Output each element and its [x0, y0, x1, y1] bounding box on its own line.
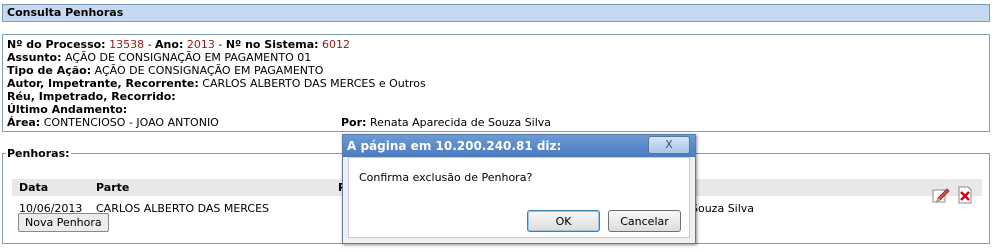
dialog-close-button[interactable]: X	[648, 136, 690, 154]
delete-x-icon[interactable]	[957, 186, 973, 207]
row-parte-cell: CARLOS ALBERTO DAS MERCES	[96, 201, 270, 215]
assunto-label: Assunto:	[7, 51, 62, 64]
ultimo-andamento-line: Último Andamento:	[7, 103, 985, 116]
assunto-value: AÇÃO DE CONSIGNAÇÃO EM PAGAMENTO 01	[64, 51, 312, 64]
cancel-button[interactable]: Cancelar	[608, 210, 681, 232]
autor-value: CARLOS ALBERTO DAS MERCES e Outros	[202, 77, 426, 90]
autor-label: Autor, Impetrante, Recorrente:	[7, 77, 199, 90]
penhoras-legend: Penhoras:	[7, 147, 70, 160]
sistema-label: Nº no Sistema:	[225, 38, 319, 51]
por-line: Por: Renata Aparecida de Souza Silva	[341, 116, 551, 129]
dialog-message: Confirma exclusão de Penhora?	[359, 171, 533, 184]
reu-label: Réu, Impetrado, Recorrido:	[7, 90, 176, 103]
tipo-acao-label: Tipo de Ação:	[7, 64, 92, 77]
por-value: Renata Aparecida de Souza Silva	[369, 116, 552, 129]
ano-separator: -	[144, 38, 156, 51]
por-label: Por:	[341, 116, 367, 129]
ano-value: 2013	[186, 38, 215, 51]
edit-pencil-icon[interactable]	[932, 186, 950, 207]
assunto-line: Assunto: AÇÃO DE CONSIGNAÇÃO EM PAGAMENT…	[7, 51, 985, 64]
sistema-separator: -	[214, 38, 226, 51]
nova-penhora-button[interactable]: Nova Penhora	[18, 213, 109, 232]
area-value: CONTENCIOSO - JOAO ANTONIO	[43, 116, 219, 129]
autor-line: Autor, Impetrante, Recorrente: CARLOS AL…	[7, 77, 985, 90]
process-value: 13538	[109, 38, 145, 51]
tipo-acao-value: AÇÃO DE CONSIGNAÇÃO EM PAGAMENTO	[94, 64, 324, 77]
page-title: Consulta Penhoras	[2, 4, 990, 22]
process-info-panel: Nº do Processo: 13538 - Ano: 2013 - Nº n…	[2, 34, 990, 132]
tipo-acao-line: Tipo de Ação: AÇÃO DE CONSIGNAÇÃO EM PAG…	[7, 64, 985, 77]
confirm-dialog: A página em 10.200.240.81 diz: X Confirm…	[342, 134, 696, 244]
row-actions	[932, 186, 976, 207]
column-header-parte: Parte	[89, 179, 331, 196]
dialog-title: A página em 10.200.240.81 diz:	[343, 135, 695, 157]
reu-line: Réu, Impetrado, Recorrido:	[7, 90, 985, 103]
dialog-body: Confirma exclusão de Penhora? OK Cancela…	[348, 157, 690, 238]
process-label: Nº do Processo:	[7, 38, 106, 51]
process-number-line: Nº do Processo: 13538 - Ano: 2013 - Nº n…	[7, 38, 985, 51]
sistema-value: 6012	[322, 38, 351, 51]
area-label: Área:	[7, 116, 41, 129]
column-header-data: Data	[12, 179, 89, 196]
ok-button[interactable]: OK	[527, 210, 600, 232]
ano-label: Ano:	[155, 38, 184, 51]
ultimo-andamento-label: Último Andamento:	[7, 103, 128, 116]
